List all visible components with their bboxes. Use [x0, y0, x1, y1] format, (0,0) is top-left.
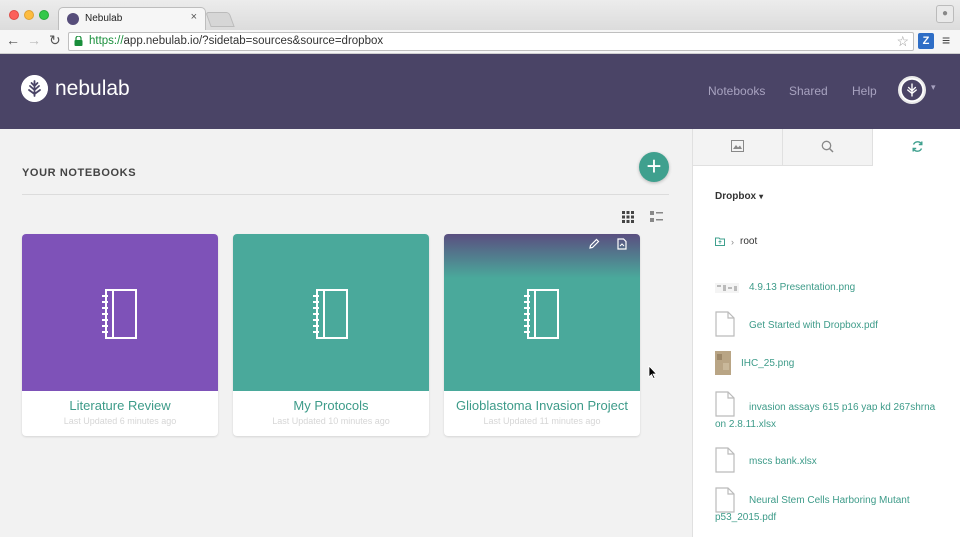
breadcrumb-separator: ›: [731, 236, 734, 247]
breadcrumb: › root: [715, 236, 757, 247]
notebook-card[interactable]: Glioblastoma Invasion Project Last Updat…: [444, 234, 640, 436]
new-tab-button[interactable]: [205, 12, 235, 27]
mouse-cursor-icon: [648, 365, 658, 379]
search-icon: [821, 140, 834, 153]
divider: [22, 194, 669, 195]
extension-z-icon[interactable]: Z: [918, 33, 934, 49]
browser-tab[interactable]: Nebulab ×: [58, 7, 206, 30]
tab-title: Nebulab: [85, 13, 123, 24]
image-thumb-icon: [715, 351, 731, 375]
file-name[interactable]: Get Started with Dropbox.pdf: [749, 320, 878, 331]
notebook-title[interactable]: My Protocols: [233, 398, 429, 413]
nebulab-logo-icon[interactable]: [21, 75, 48, 102]
profile-icon[interactable]: ●: [936, 5, 954, 23]
chevron-down-icon: ▾: [759, 192, 764, 201]
notebook-cover: [22, 234, 218, 391]
image-thumb-icon: [715, 283, 739, 293]
lock-icon: [74, 36, 83, 46]
side-tabs: [693, 129, 960, 166]
notebook-updated: Last Updated 10 minutes ago: [272, 416, 390, 426]
notebook-icon: [102, 289, 137, 339]
notebook-icon: [313, 289, 348, 339]
notebook-updated: Last Updated 6 minutes ago: [63, 416, 177, 426]
folder-icon[interactable]: [715, 237, 725, 246]
document-icon: [715, 447, 735, 473]
breadcrumb-root[interactable]: root: [740, 236, 757, 247]
edit-pencil-icon[interactable]: [588, 238, 600, 250]
export-document-icon[interactable]: [616, 238, 628, 250]
address-bar[interactable]: https://app.nebulab.io/?sidetab=sources&…: [68, 32, 914, 51]
image-icon: [731, 140, 744, 152]
tab-sync[interactable]: [873, 129, 960, 166]
browser-titlebar: Nebulab × ●: [0, 0, 960, 30]
add-notebook-button[interactable]: +: [639, 152, 669, 182]
notebook-card[interactable]: My Protocols Last Updated 10 minutes ago: [233, 234, 429, 436]
back-arrow-icon[interactable]: ←: [6, 32, 20, 48]
browser-menu-icon[interactable]: ≡: [942, 32, 950, 48]
file-name[interactable]: 4.9.13 Presentation.png: [749, 282, 855, 293]
notebook-cover: [233, 234, 429, 391]
chevron-down-icon[interactable]: ▾: [931, 82, 936, 93]
url-text: https://app.nebulab.io/?sidetab=sources&…: [89, 35, 384, 47]
tab-search[interactable]: [783, 129, 873, 166]
file-name[interactable]: mscs bank.xlsx: [749, 456, 817, 467]
nav-shared[interactable]: Shared: [789, 84, 828, 98]
nav-notebooks[interactable]: Notebooks: [708, 84, 765, 98]
document-icon: [715, 311, 735, 337]
avatar[interactable]: [898, 76, 926, 104]
logo-text[interactable]: nebulab: [55, 77, 130, 101]
file-name[interactable]: IHC_25.png: [741, 358, 794, 369]
nav-help[interactable]: Help: [852, 84, 877, 98]
file-item[interactable]: Get Started with Dropbox.pdf: [715, 311, 950, 337]
sync-icon: [912, 141, 923, 152]
tab-images[interactable]: [693, 129, 783, 166]
file-item[interactable]: invasion assays 615 p16 yap kd 267shrna o…: [715, 391, 950, 431]
grid-view-icon[interactable]: [622, 211, 634, 223]
app-header: nebulab Notebooks Shared Help ▾: [0, 54, 960, 129]
notebook-title[interactable]: Literature Review: [22, 398, 218, 413]
reload-icon[interactable]: ↻: [49, 32, 61, 49]
list-view-icon[interactable]: [650, 211, 663, 223]
document-icon: [715, 391, 735, 417]
file-item[interactable]: IHC_25.png: [715, 351, 950, 375]
nebulab-favicon-icon: [67, 13, 79, 25]
browser-toolbar: ← → ↻ https://app.nebulab.io/?sidetab=so…: [0, 30, 960, 54]
bookmark-star-icon[interactable]: ☆: [896, 33, 909, 50]
notebook-cover: [444, 234, 640, 391]
notebooks-area: YOUR NOTEBOOKS + Literature Review Last …: [0, 129, 692, 537]
file-item[interactable]: 4.9.13 Presentation.png: [715, 277, 950, 299]
sources-panel: Dropbox ▾ › root 4.9.13 Presentation.png …: [692, 129, 960, 537]
file-name[interactable]: Neural Stem Cells Harboring Mutant p53_20…: [715, 492, 949, 526]
notebook-card[interactable]: Literature Review Last Updated 6 minutes…: [22, 234, 218, 436]
notebook-updated: Last Updated 11 minutes ago: [483, 416, 601, 426]
section-title: YOUR NOTEBOOKS: [22, 167, 137, 179]
minimize-window-button[interactable]: [24, 10, 34, 20]
tab-close-icon[interactable]: ×: [191, 11, 197, 23]
notebook-icon: [524, 289, 559, 339]
file-item[interactable]: Neural Stem Cells Harboring Mutant p53_20…: [715, 487, 950, 527]
forward-arrow-icon[interactable]: →: [27, 32, 41, 48]
notebook-title[interactable]: Glioblastoma Invasion Project: [444, 398, 640, 413]
source-dropdown[interactable]: Dropbox ▾: [715, 191, 763, 202]
close-window-button[interactable]: [9, 10, 19, 20]
maximize-window-button[interactable]: [39, 10, 49, 20]
file-item[interactable]: mscs bank.xlsx: [715, 447, 950, 473]
file-name[interactable]: invasion assays 615 p16 yap kd 267shrna o…: [715, 399, 949, 433]
